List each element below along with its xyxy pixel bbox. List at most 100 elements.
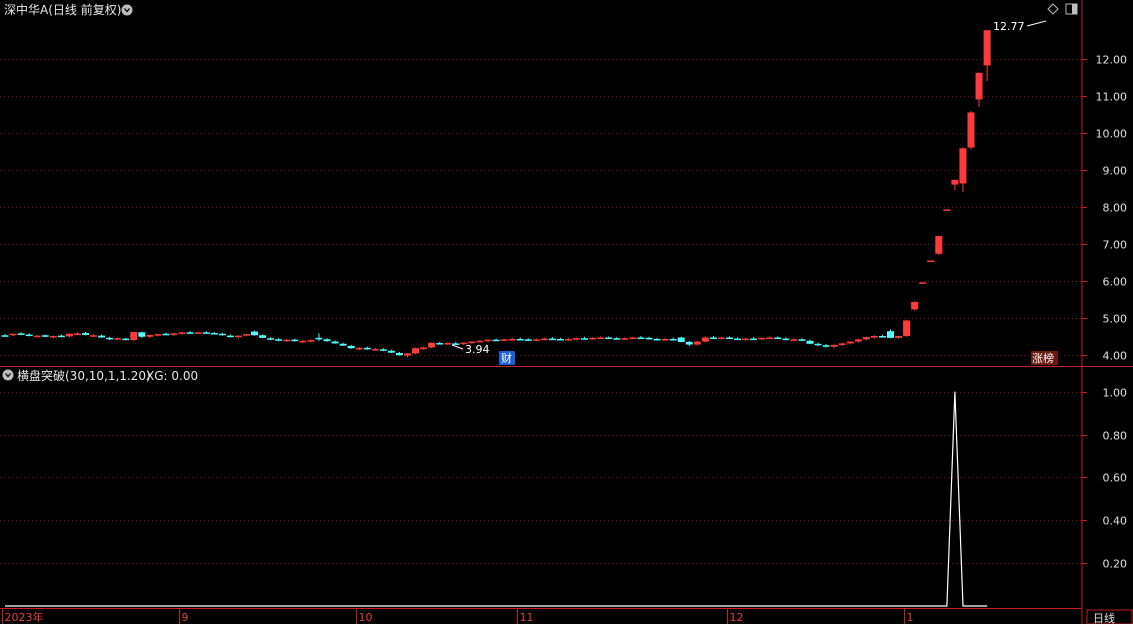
candle-body (645, 337, 653, 340)
candle (323, 338, 331, 342)
candle (870, 335, 878, 339)
candle (484, 339, 492, 342)
candle (251, 330, 259, 336)
price-axis: 4.00 5.00 6.00 7.00 8.00 9.00 10.00 11.00 12.00 (1082, 54, 1127, 363)
candle-body (854, 339, 862, 342)
candle-body (830, 344, 838, 347)
candle-body (387, 350, 395, 353)
indicator-line (5, 391, 988, 607)
candle-body (750, 338, 758, 341)
candle (243, 333, 250, 337)
candle-body (444, 343, 452, 345)
candle-body (243, 334, 250, 336)
candle-body (653, 338, 661, 341)
candle (951, 179, 959, 191)
diamond-icon[interactable] (1047, 3, 1059, 15)
candle-body (814, 343, 822, 346)
candle (532, 338, 540, 342)
candle (33, 334, 41, 338)
candle (653, 337, 661, 341)
candle (146, 334, 154, 339)
candle-body (959, 148, 967, 184)
candle-body (878, 336, 886, 338)
candle (524, 338, 532, 341)
candle-body (548, 338, 556, 341)
candle (283, 338, 291, 342)
candle-body (412, 348, 420, 354)
candle (492, 338, 500, 342)
candle-body (798, 339, 806, 341)
candle-body (331, 341, 339, 344)
candle (661, 338, 669, 341)
candle (878, 334, 886, 338)
candle (701, 336, 709, 343)
candle (548, 337, 556, 341)
price-tick-label: 8.00 (1103, 202, 1128, 215)
candle (25, 333, 33, 337)
panel-toggle-icon[interactable] (1065, 3, 1078, 15)
collapse-toggle-icon[interactable] (121, 4, 133, 16)
candle (790, 338, 798, 341)
candle (677, 336, 685, 343)
candle (975, 72, 983, 107)
high-price-label: 12.77 (993, 20, 1025, 33)
candle-body (951, 179, 959, 185)
candle (782, 337, 790, 341)
price-tick-label: 11.00 (1096, 91, 1128, 104)
candle (1, 334, 9, 337)
period-button[interactable]: 日线 (1086, 609, 1133, 624)
date-tick-label: 11 (520, 611, 534, 624)
candle (734, 337, 742, 341)
candle-body (202, 332, 210, 334)
candle-body (782, 338, 790, 341)
candle (379, 348, 387, 352)
candle (106, 336, 114, 341)
candle-body (25, 334, 33, 337)
stock-chart: 4.005.006.007.008.009.0010.0011.0012.00 … (0, 0, 1133, 624)
candle-body (734, 338, 742, 341)
candle (605, 336, 613, 339)
price-tick-label: 12.00 (1096, 54, 1128, 67)
candle-body (82, 333, 89, 335)
price-tick-label: 7.00 (1103, 239, 1128, 252)
candle-body (291, 339, 299, 342)
candle (420, 346, 428, 350)
candle (138, 331, 146, 338)
candle (565, 338, 572, 341)
candle-body (315, 337, 323, 340)
candle (395, 351, 403, 356)
candle (90, 334, 98, 337)
limit-up-list-badge[interactable]: 涨榜 (1031, 351, 1058, 365)
candle (887, 329, 894, 339)
candle-body (49, 336, 57, 338)
period-button-label: 日线 (1093, 611, 1115, 624)
candle (73, 332, 81, 336)
candle-body (323, 339, 331, 342)
finance-badge[interactable]: 财 (499, 351, 515, 365)
candle-body (887, 331, 894, 338)
candle-body (259, 335, 267, 338)
candlestick-series (1, 30, 991, 358)
candle-body (138, 332, 146, 337)
candle-body (862, 337, 870, 340)
candle-body (581, 338, 589, 340)
indicator-series (5, 391, 988, 607)
candle-body (565, 338, 572, 341)
candle (57, 334, 65, 338)
candle-body (613, 338, 621, 340)
candle (581, 336, 589, 340)
candle-body (65, 333, 73, 337)
candle (154, 333, 162, 337)
candle (911, 301, 919, 311)
indicator-tick-label: 0.60 (1103, 472, 1128, 485)
candle (766, 336, 774, 339)
candle (363, 346, 371, 350)
candle-body (532, 339, 540, 341)
indicator-collapse-icon[interactable] (2, 369, 14, 381)
candle (838, 342, 846, 347)
candle-body (967, 112, 975, 148)
candle-body (677, 337, 685, 342)
candle-body (806, 340, 814, 344)
candle (589, 337, 597, 340)
date-tick-label: 2023年 (5, 610, 44, 624)
